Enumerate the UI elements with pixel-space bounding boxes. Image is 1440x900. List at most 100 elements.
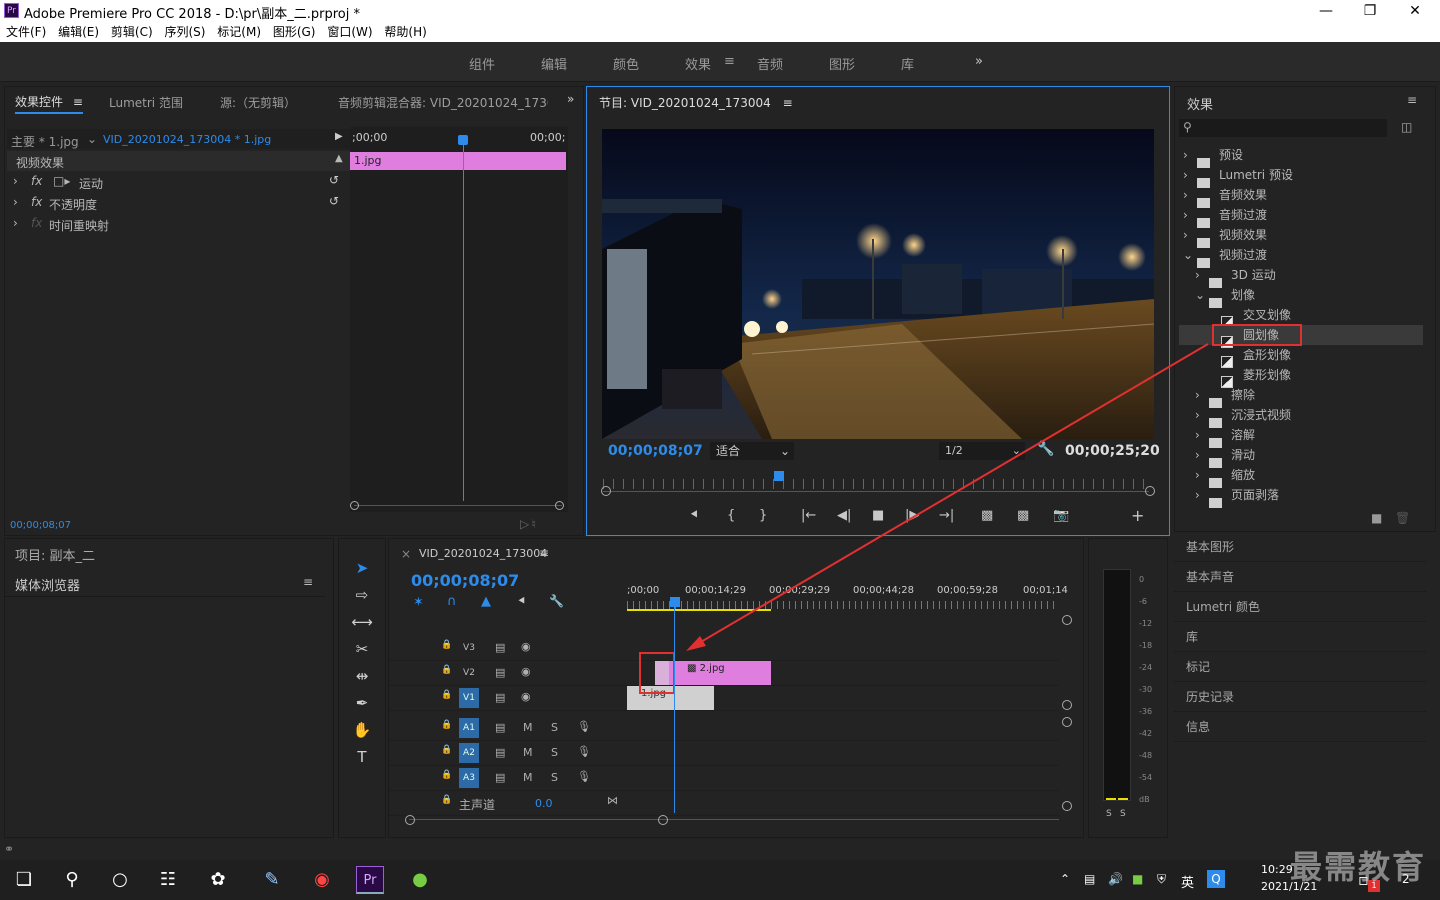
- lock-icon[interactable]: 🔒: [441, 690, 452, 700]
- play-audio-icon[interactable]: ▷ ♮: [520, 517, 536, 531]
- linked-selection-icon[interactable]: ▲: [481, 594, 491, 609]
- maximize-icon[interactable]: ❐: [1347, 0, 1393, 22]
- fx-icon[interactable]: fx: [31, 195, 42, 209]
- step-forward-icon[interactable]: |▶: [905, 508, 919, 523]
- timeline-playhead-handle[interactable]: [670, 597, 680, 607]
- shield-icon[interactable]: ⛨: [1157, 872, 1166, 887]
- ime-indicator[interactable]: 英: [1181, 872, 1194, 891]
- lock-icon[interactable]: 🔒: [441, 640, 452, 650]
- effects-tree-item[interactable]: › Lumetri 预设: [1179, 165, 1419, 188]
- vscroll-handle[interactable]: [1062, 615, 1072, 625]
- panel-menu-icon[interactable]: ≡: [1407, 93, 1417, 107]
- zoom-level-select[interactable]: 适合 ⌄: [710, 442, 794, 460]
- step-back-icon[interactable]: ◀|: [837, 508, 851, 523]
- razor-tool-icon[interactable]: ✂: [349, 638, 375, 660]
- media-browser-tab[interactable]: 媒体浏览器 ≡: [5, 569, 325, 597]
- panel-menu-icon[interactable]: ≡: [303, 575, 313, 589]
- eye-icon[interactable]: ◉: [521, 640, 531, 653]
- more-workspaces-icon[interactable]: »: [975, 54, 983, 69]
- chevron-right-icon[interactable]: ›: [1195, 425, 1200, 445]
- chevron-right-icon[interactable]: ›: [1195, 405, 1200, 425]
- add-marker-icon[interactable]: ⯇: [517, 594, 527, 609]
- add-marker-icon[interactable]: ⯇: [689, 508, 699, 523]
- master-expand-icon[interactable]: ⋈: [607, 794, 618, 807]
- menu-graphics[interactable]: 图形(G): [273, 22, 316, 42]
- playhead-handle[interactable]: [458, 135, 468, 145]
- menu-marker[interactable]: 标记(M): [217, 22, 261, 42]
- effects-tree-item[interactable]: › 预设: [1179, 145, 1419, 168]
- lift-icon[interactable]: ▩: [981, 508, 993, 523]
- program-playhead-handle[interactable]: [774, 471, 784, 481]
- premiere-taskbar-icon[interactable]: Pr: [356, 866, 384, 894]
- menu-file[interactable]: 文件(F): [6, 22, 46, 42]
- video-frame[interactable]: [602, 129, 1154, 439]
- mute-button[interactable]: M: [523, 746, 533, 759]
- chevron-right-icon[interactable]: ›: [1195, 465, 1200, 485]
- expand-chevron-icon[interactable]: ›: [13, 195, 18, 209]
- timeline-zoom-bar[interactable]: [409, 819, 1059, 820]
- program-zoom-left[interactable]: [601, 486, 611, 496]
- close-sequence-icon[interactable]: ×: [401, 547, 411, 561]
- chevron-right-icon[interactable]: ›: [1183, 165, 1188, 185]
- sync-lock-icon[interactable]: ▤: [495, 721, 505, 734]
- right-panel-tab[interactable]: 历史记录: [1174, 682, 1426, 712]
- track-target-a2[interactable]: A2: [459, 743, 479, 763]
- mute-button[interactable]: M: [523, 771, 533, 784]
- clock-time[interactable]: 10:29: [1261, 863, 1293, 876]
- chevron-down-icon[interactable]: ⌄: [87, 132, 97, 146]
- vscroll-handle[interactable]: [1062, 700, 1072, 710]
- zoom-handle-left[interactable]: [350, 501, 359, 510]
- expand-chevron-icon[interactable]: ›: [13, 216, 18, 230]
- solo-left-button[interactable]: S: [1106, 809, 1112, 819]
- timeline-ruler[interactable]: ;00;00 00;00;14;29 00;00;29;29 00;00;44;…: [627, 583, 1068, 613]
- timeline-zoom-left[interactable]: [405, 815, 415, 825]
- tab-source[interactable]: 源:（无剪辑）: [220, 94, 296, 111]
- chevron-right-icon[interactable]: ›: [1183, 225, 1188, 245]
- windows-start-icon[interactable]: ❏: [10, 866, 38, 894]
- app-notes-icon[interactable]: ✎: [258, 866, 286, 894]
- slip-tool-icon[interactable]: ⇹: [349, 665, 375, 687]
- track-target-v2[interactable]: V2: [459, 663, 479, 683]
- workspace-effects[interactable]: 效果: [685, 54, 711, 73]
- zoom-scrollbar[interactable]: [354, 505, 562, 506]
- eye-icon[interactable]: ◉: [521, 690, 531, 703]
- selection-tool-icon[interactable]: ➤: [349, 557, 375, 579]
- mute-button[interactable]: M: [523, 721, 533, 734]
- menu-edit[interactable]: 编辑(E): [58, 22, 99, 42]
- right-panel-tab[interactable]: 标记: [1174, 652, 1426, 682]
- effects-tree-item[interactable]: › 页面剥落: [1179, 485, 1419, 508]
- collapse-up-icon[interactable]: ▲: [335, 153, 343, 164]
- effect-row-motion[interactable]: › fx □▸ 运动 ↺: [7, 172, 350, 192]
- mark-in-icon[interactable]: {: [727, 508, 735, 523]
- master-volume-value[interactable]: 0.0: [535, 797, 553, 810]
- chrome-icon[interactable]: ◉: [308, 866, 336, 894]
- clip-bar[interactable]: 1.jpg: [350, 152, 566, 170]
- zoom-handle-right[interactable]: [555, 501, 564, 510]
- effect-row-time-remap[interactable]: › fx 时间重映射: [7, 214, 350, 234]
- extract-icon[interactable]: ▩: [1017, 508, 1029, 523]
- search-icon[interactable]: ⚲: [58, 866, 86, 894]
- effects-tree-item[interactable]: › 缩放: [1179, 465, 1419, 488]
- button-editor-plus-icon[interactable]: +: [1131, 506, 1144, 525]
- right-panel-tab[interactable]: 信息: [1174, 712, 1426, 742]
- track-target-v3[interactable]: V3: [459, 638, 479, 658]
- program-playhead-timecode[interactable]: 00;00;08;07: [608, 443, 703, 459]
- workspace-editing[interactable]: 编辑: [541, 54, 567, 73]
- effects-tree-item[interactable]: ⌄ 划像: [1179, 285, 1419, 308]
- workspace-menu-icon[interactable]: ≡: [724, 54, 735, 69]
- nvidia-icon[interactable]: ■: [1132, 872, 1143, 886]
- voiceover-mic-icon[interactable]: 🎙: [577, 720, 591, 733]
- mark-out-icon[interactable]: }: [759, 508, 767, 523]
- effects-tree-item[interactable]: › 擦除: [1179, 385, 1419, 408]
- tray-chevron-icon[interactable]: ⌃: [1060, 872, 1070, 886]
- master-clip-label[interactable]: 主要 * 1.jpg: [11, 133, 79, 150]
- lock-icon[interactable]: 🔒: [441, 770, 452, 780]
- effects-tree-item[interactable]: › 音频过渡: [1179, 205, 1419, 228]
- lock-icon[interactable]: 🔒: [441, 720, 452, 730]
- voiceover-mic-icon[interactable]: 🎙: [577, 770, 591, 783]
- ripple-edit-tool-icon[interactable]: ⟷: [349, 611, 375, 633]
- lock-icon[interactable]: 🔒: [441, 795, 452, 805]
- menu-help[interactable]: 帮助(H): [384, 22, 426, 42]
- timeline-zoom-right[interactable]: [658, 815, 668, 825]
- track-target-v1[interactable]: V1: [459, 688, 479, 708]
